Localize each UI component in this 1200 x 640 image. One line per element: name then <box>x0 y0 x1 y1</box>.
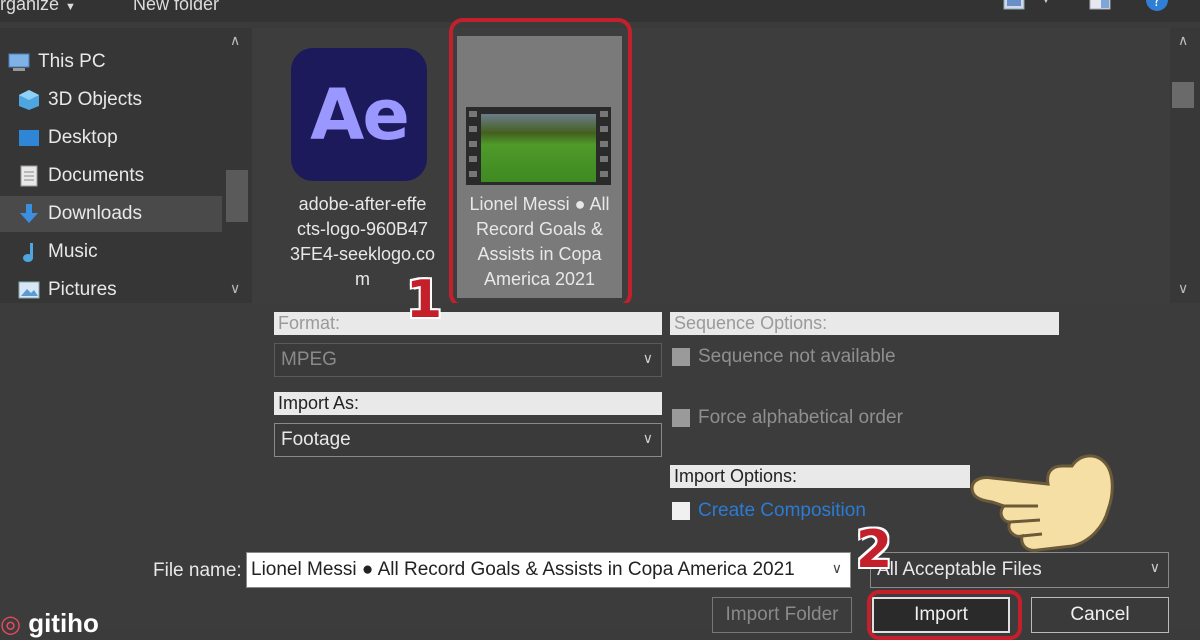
organize-button[interactable]: rganize ▼ <box>0 0 76 15</box>
download-icon <box>16 203 42 225</box>
pointing-hand-icon <box>968 430 1118 565</box>
nav-item-music[interactable]: Music <box>0 234 222 270</box>
help-icon[interactable]: ? <box>1146 0 1168 12</box>
step-2-label: 2 <box>856 520 893 580</box>
after-effects-logo-thumbnail[interactable]: Ae <box>291 48 427 181</box>
file-list-scroll-thumb[interactable] <box>1172 82 1194 108</box>
cancel-button[interactable]: Cancel <box>1031 597 1169 633</box>
nav-item-label: Downloads <box>48 203 142 224</box>
cube-icon <box>16 89 42 111</box>
import-as-select[interactable]: Footage ∨ <box>274 423 662 457</box>
force-alphabetical-checkbox <box>672 409 690 427</box>
step-1-label: 1 <box>406 270 443 330</box>
desktop-icon <box>16 127 42 149</box>
chevron-down-icon: ∨ <box>1149 559 1160 575</box>
gitiho-logo-icon: ◎ <box>0 611 21 638</box>
highlight-box-step-2 <box>867 590 1022 640</box>
create-composition-checkbox[interactable] <box>672 502 690 520</box>
file-name-line: 3FE4-seeklogo.co <box>289 244 436 264</box>
sequence-checkbox-row: Sequence not available <box>672 346 896 368</box>
scroll-up-icon[interactable]: ∧ <box>230 32 240 49</box>
document-icon <box>16 165 42 187</box>
organize-label: rganize <box>0 0 60 14</box>
import-as-header: Import As: <box>274 392 662 415</box>
new-folder-button[interactable]: New folder <box>133 0 219 15</box>
watermark-text: gitiho <box>28 608 99 638</box>
nav-item-label: Music <box>48 241 98 262</box>
pictures-icon <box>16 279 42 301</box>
import-folder-button: Import Folder <box>712 597 852 633</box>
file-name-input[interactable]: Lionel Messi ● All Record Goals & Assist… <box>246 552 851 588</box>
ae-logo-text: Ae <box>310 73 410 156</box>
chevron-down-icon[interactable]: ∨ <box>832 560 842 577</box>
file-name-value: Lionel Messi ● All Record Goals & Assist… <box>251 559 795 580</box>
file-name-label: File name: <box>153 560 242 581</box>
sequence-label: Sequence not available <box>698 346 896 367</box>
nav-item-label: Desktop <box>48 127 118 148</box>
nav-item-documents[interactable]: Documents <box>0 158 222 194</box>
music-note-icon <box>16 241 42 263</box>
file-name-line: adobe-after-effe <box>298 194 427 214</box>
svg-text:?: ? <box>1153 0 1160 10</box>
force-alphabetical-label: Force alphabetical order <box>698 407 903 428</box>
format-header: Format: <box>274 312 662 335</box>
file-name-line: cts-logo-960B47 <box>296 219 429 239</box>
navigation-pane: This PC 3D Objects Desktop Documents Dow… <box>0 28 252 303</box>
preview-pane-icon[interactable] <box>1089 0 1111 12</box>
file-list-scrollbar[interactable]: ∧ ∨ <box>1170 28 1200 303</box>
sequence-options-header: Sequence Options: <box>670 312 1059 335</box>
chevron-down-icon: ▼ <box>65 1 76 13</box>
create-composition-label[interactable]: Create Composition <box>698 500 866 522</box>
sequence-checkbox <box>672 348 690 366</box>
scroll-down-icon[interactable]: ∨ <box>1178 280 1188 297</box>
chevron-down-icon: ∨ <box>642 350 653 366</box>
import-as-value: Footage <box>281 429 351 450</box>
chevron-down-icon: ∨ <box>642 430 653 446</box>
create-composition-row[interactable]: Create Composition <box>672 500 866 522</box>
nav-item-label: Documents <box>48 165 145 186</box>
computer-icon <box>6 51 32 73</box>
import-options-header: Import Options: <box>670 465 970 488</box>
nav-item-3d-objects[interactable]: 3D Objects <box>0 82 222 118</box>
format-select: MPEG ∨ <box>274 343 662 377</box>
nav-item-desktop[interactable]: Desktop <box>0 120 222 156</box>
scroll-down-icon[interactable]: ∨ <box>230 280 240 297</box>
force-alphabetical-row: Force alphabetical order <box>672 407 903 429</box>
nav-item-label: Pictures <box>48 279 117 300</box>
scroll-up-icon[interactable]: ∧ <box>1178 32 1188 49</box>
view-dropdown-icon[interactable]: ▼ <box>1040 0 1062 10</box>
format-value: MPEG <box>281 349 337 370</box>
nav-item-label: 3D Objects <box>48 89 142 110</box>
nav-item-this-pc[interactable]: This PC <box>0 44 222 80</box>
nav-scrollbar[interactable]: ∧ ∨ <box>222 28 252 303</box>
nav-scroll-thumb[interactable] <box>226 170 248 222</box>
highlight-box-step-1 <box>449 18 632 308</box>
view-options-icon[interactable] <box>1003 0 1025 12</box>
nav-item-downloads[interactable]: Downloads <box>0 196 222 232</box>
watermark-logo: ◎ gitiho <box>0 608 99 639</box>
nav-item-label: This PC <box>38 51 106 72</box>
